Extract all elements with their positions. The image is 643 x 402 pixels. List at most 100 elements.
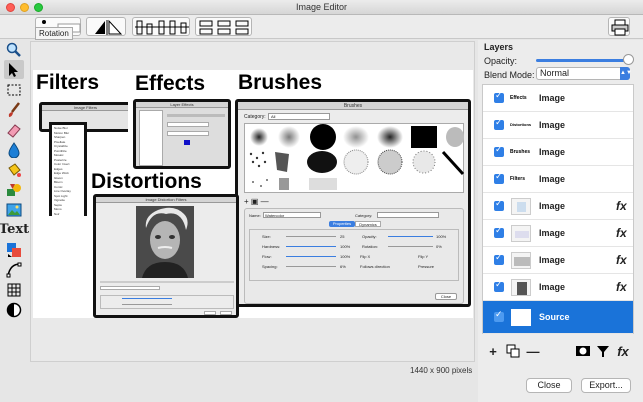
pressure-checkbox[interactable]: Pressure — [418, 264, 434, 269]
size-label: Size: — [262, 234, 271, 239]
brush-category2-select[interactable] — [377, 212, 439, 218]
filter-funnel-icon[interactable] — [594, 342, 612, 360]
flip-y-checkbox[interactable]: Flip Y — [418, 254, 428, 259]
tab-dynamics[interactable]: Dynamics — [355, 221, 381, 227]
mask-icon[interactable] — [4, 300, 24, 319]
flip-x-checkbox[interactable]: Flip X — [360, 254, 370, 259]
align-tools-button[interactable] — [132, 17, 190, 36]
layer-thumbnail: Filters — [510, 176, 526, 182]
fx-icon[interactable]: fx — [616, 253, 627, 267]
layer-visibility-checkbox[interactable] — [494, 309, 504, 322]
layer-row[interactable]: Image fx — [483, 247, 633, 274]
effects-screenshot: Layer Effects — [133, 99, 231, 169]
image-icon[interactable] — [4, 200, 24, 219]
layer-row[interactable]: Image fx — [483, 193, 633, 220]
brush-category-select[interactable]: All — [268, 113, 330, 120]
layer-row[interactable]: Image fx — [483, 274, 633, 301]
filters-window-title: Image Filters — [42, 105, 128, 111]
layer-name: Source — [539, 312, 570, 322]
canvas[interactable]: Filters Effects Brushes Distortions Imag… — [33, 70, 473, 318]
layers-panel: Layers Opacity: Blend Mode: Normal ▲▼ Ef… — [478, 40, 643, 402]
layer-thumbnail: Distortions — [510, 122, 532, 127]
hardness-label: Hardness: — [262, 244, 281, 249]
window-title: Image Editor — [295, 2, 348, 12]
opacity-slider-knob[interactable] — [623, 54, 634, 65]
color-picker-icon[interactable] — [4, 240, 24, 259]
marquee-select-icon[interactable] — [4, 80, 24, 99]
blend-mode-select[interactable]: Normal ▲▼ — [536, 67, 632, 80]
brushes-close-button[interactable]: Close — [435, 293, 457, 300]
effects-label: Effects — [135, 72, 206, 95]
toolbar — [0, 15, 643, 39]
layer-visibility-checkbox[interactable] — [494, 90, 504, 103]
spacing-value: 6% — [340, 264, 346, 269]
flip-horizontal-button[interactable] — [86, 17, 126, 36]
brush-name-input[interactable]: Watercolor — [263, 212, 321, 218]
layer-row[interactable]: Brushes Image — [483, 139, 633, 166]
title-bar: Image Editor — [0, 0, 643, 15]
pointer-icon[interactable] — [4, 60, 24, 79]
shapes-icon[interactable] — [4, 180, 24, 199]
layer-row-selected[interactable]: Source — [483, 301, 633, 334]
layer-row[interactable]: Effects Image — [483, 85, 633, 112]
brushes-label: Brushes — [238, 71, 323, 94]
layer-name: Image — [539, 201, 566, 211]
layer-row[interactable]: Filters Image — [483, 166, 633, 193]
brushes-window-title: Brushes — [238, 102, 468, 110]
layer-visibility-checkbox[interactable] — [494, 279, 504, 292]
layer-name: Image — [539, 228, 566, 238]
effects-window-title: Layer Effects — [136, 102, 228, 108]
close-button[interactable]: Close — [526, 378, 572, 393]
transform-grid-icon[interactable] — [4, 280, 24, 299]
flow-label: Flow: — [262, 254, 272, 259]
distortions-screenshot: Image Distortion Filters — [93, 194, 239, 318]
delete-layer-button[interactable]: — — [524, 342, 542, 360]
brush-icon[interactable] — [4, 100, 24, 119]
opacity-label: Opacity: — [484, 56, 518, 66]
filters-label: Filters — [36, 71, 100, 94]
layer-name: Image — [539, 93, 566, 103]
export-button[interactable]: Export... — [581, 378, 631, 393]
layer-thumbnail — [511, 279, 531, 296]
printer-icon[interactable] — [608, 17, 630, 36]
fx-icon[interactable]: fx — [616, 199, 627, 213]
layer-name: Image — [539, 255, 566, 265]
layer-visibility-checkbox[interactable] — [494, 144, 504, 157]
rotation-value: 0% — [436, 244, 442, 249]
eraser-icon[interactable] — [4, 120, 24, 139]
layer-row[interactable]: Distortions Image — [483, 112, 633, 139]
layer-visibility-checkbox[interactable] — [494, 171, 504, 184]
fill-drop-icon[interactable] — [4, 140, 24, 159]
layer-thumbnail — [511, 198, 531, 215]
layer-visibility-checkbox[interactable] — [494, 198, 504, 211]
tab-properties[interactable]: Properties — [329, 221, 355, 227]
layer-thumbnail: Brushes — [510, 149, 531, 155]
distribute-tools-button[interactable] — [195, 17, 252, 36]
follows-direction-checkbox[interactable]: Follows direction — [360, 264, 390, 269]
layers-list[interactable]: Effects Image Distortions Image Brushes … — [482, 84, 634, 334]
add-layer-button[interactable]: + — [484, 342, 502, 360]
fx-icon[interactable]: fx — [616, 280, 627, 294]
blend-mode-value: Normal — [540, 68, 570, 78]
layer-row[interactable]: Image fx — [483, 220, 633, 247]
mask-layer-icon[interactable] — [574, 342, 592, 360]
duplicate-layer-icon[interactable] — [504, 342, 522, 360]
layer-visibility-checkbox[interactable] — [494, 117, 504, 130]
curve-tool-icon[interactable] — [4, 260, 24, 279]
brush-preset-grid[interactable] — [244, 123, 465, 193]
layer-thumbnail: Effects — [510, 95, 527, 101]
layer-visibility-checkbox[interactable] — [494, 252, 504, 265]
portrait-image — [136, 206, 194, 278]
layer-thumbnail — [511, 309, 531, 326]
fx-button[interactable]: fx — [614, 342, 632, 360]
fx-icon[interactable]: fx — [616, 226, 627, 240]
text-tool-icon[interactable]: Text — [0, 220, 29, 239]
layer-visibility-checkbox[interactable] — [494, 225, 504, 238]
opacity-slider[interactable] — [536, 59, 630, 62]
layers-heading: Layers — [484, 42, 514, 52]
zoom-icon[interactable] — [4, 40, 24, 59]
paint-bucket-icon[interactable] — [4, 160, 24, 179]
blend-mode-label: Blend Mode: — [484, 70, 535, 80]
rotation-label: Rotation: — [362, 244, 379, 249]
brush-opacity-label: Opacity: — [362, 234, 377, 239]
